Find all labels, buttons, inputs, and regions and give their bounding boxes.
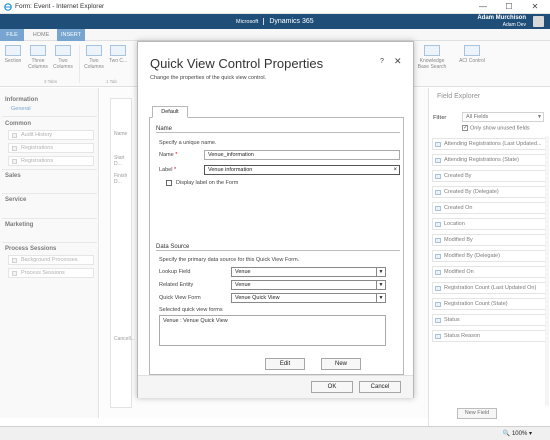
name-section-divider: [156, 132, 400, 133]
label-input[interactable]: Venue information ×: [204, 165, 400, 175]
name-section-title: Name: [156, 126, 175, 132]
selected-forms-label: Selected quick view forms: [159, 307, 223, 313]
brand-divider: [263, 17, 265, 25]
selected-forms-list[interactable]: Venue : Venue Quick View: [159, 315, 386, 346]
name-input[interactable]: Venue_information: [204, 150, 400, 160]
list-item[interactable]: Venue : Venue Quick View: [163, 318, 382, 324]
zoom-icon: 🔍: [502, 431, 512, 437]
display-label-checkbox[interactable]: [166, 180, 172, 186]
edit-button[interactable]: Edit: [265, 358, 305, 370]
dialog-title: Quick View Control Properties: [150, 56, 324, 71]
quick-view-form-select[interactable]: Venue Quick View ▼: [231, 293, 386, 303]
maximize-button[interactable]: ☐: [500, 1, 518, 13]
dialog-tab-panel: Name Specify a unique name. Name * Venue…: [149, 117, 404, 375]
internet-explorer-icon: [4, 3, 12, 11]
lookup-field-value: Venue: [235, 269, 251, 275]
data-source-divider: [156, 250, 400, 251]
cancel-button[interactable]: Cancel: [359, 381, 401, 393]
label-input-value: Venue information: [208, 167, 253, 173]
dialog-subtitle: Change the properties of the quick view …: [150, 75, 267, 81]
label-field-label: Label *: [159, 167, 176, 173]
label-label-text: Label: [159, 167, 173, 173]
quick-view-form-value: Venue Quick View: [235, 295, 280, 301]
name-field-label: Name *: [159, 152, 177, 158]
related-entity-value: Venue: [235, 282, 251, 288]
chevron-down-icon: ▼: [376, 294, 385, 302]
quick-view-properties-dialog: Quick View Control Properties Change the…: [137, 41, 414, 398]
quick-view-form-label: Quick View Form: [159, 295, 201, 301]
name-label-text: Name: [159, 152, 174, 158]
avatar[interactable]: [533, 16, 544, 27]
microsoft-brand: Microsoft: [236, 19, 259, 25]
zoom-value: 100%: [511, 431, 528, 437]
user-name: Adam Murchison: [477, 15, 526, 21]
app-name: Dynamics 365: [269, 18, 314, 25]
related-entity-label: Related Entity: [159, 282, 194, 288]
chevron-down-icon: ▼: [376, 268, 385, 276]
help-icon[interactable]: ?: [380, 58, 384, 65]
required-marker: *: [175, 152, 178, 158]
name-instruction: Specify a unique name.: [159, 140, 217, 146]
window-close-button[interactable]: ✕: [526, 1, 544, 13]
zoom-level[interactable]: 🔍 100% ▾: [503, 430, 532, 437]
data-source-instruction: Specify the primary data source for this…: [159, 257, 300, 263]
data-source-title: Data Source: [156, 244, 192, 250]
chevron-down-icon: ▼: [376, 281, 385, 289]
related-entity-select[interactable]: Venue ▼: [231, 280, 386, 290]
user-org: Adam Dev: [502, 22, 526, 28]
crm-header: Microsoft Dynamics 365 Adam Murchison Ada…: [0, 14, 550, 29]
lookup-field-select[interactable]: Venue ▼: [231, 267, 386, 277]
display-label-text: Display label on the Form: [176, 180, 239, 186]
close-icon[interactable]: ✕: [394, 56, 402, 67]
lookup-field-label: Lookup Field: [159, 269, 191, 275]
minimize-button[interactable]: —: [474, 1, 492, 13]
clear-icon[interactable]: ×: [393, 166, 397, 174]
required-marker: *: [174, 167, 177, 173]
user-info[interactable]: Adam Murchison Adam Dev: [477, 15, 526, 28]
tab-default[interactable]: Default: [152, 106, 188, 118]
dialog-footer: OK Cancel: [138, 375, 413, 398]
app-wordmark[interactable]: Microsoft Dynamics 365: [236, 16, 314, 27]
status-bar: 🔍 100% ▾: [0, 426, 550, 440]
ok-button[interactable]: OK: [311, 381, 353, 393]
browser-title: Form: Event - Internet Explorer: [15, 3, 105, 10]
new-button[interactable]: New: [321, 358, 361, 370]
browser-title-bar: Form: Event - Internet Explorer — ☐ ✕: [0, 0, 550, 14]
